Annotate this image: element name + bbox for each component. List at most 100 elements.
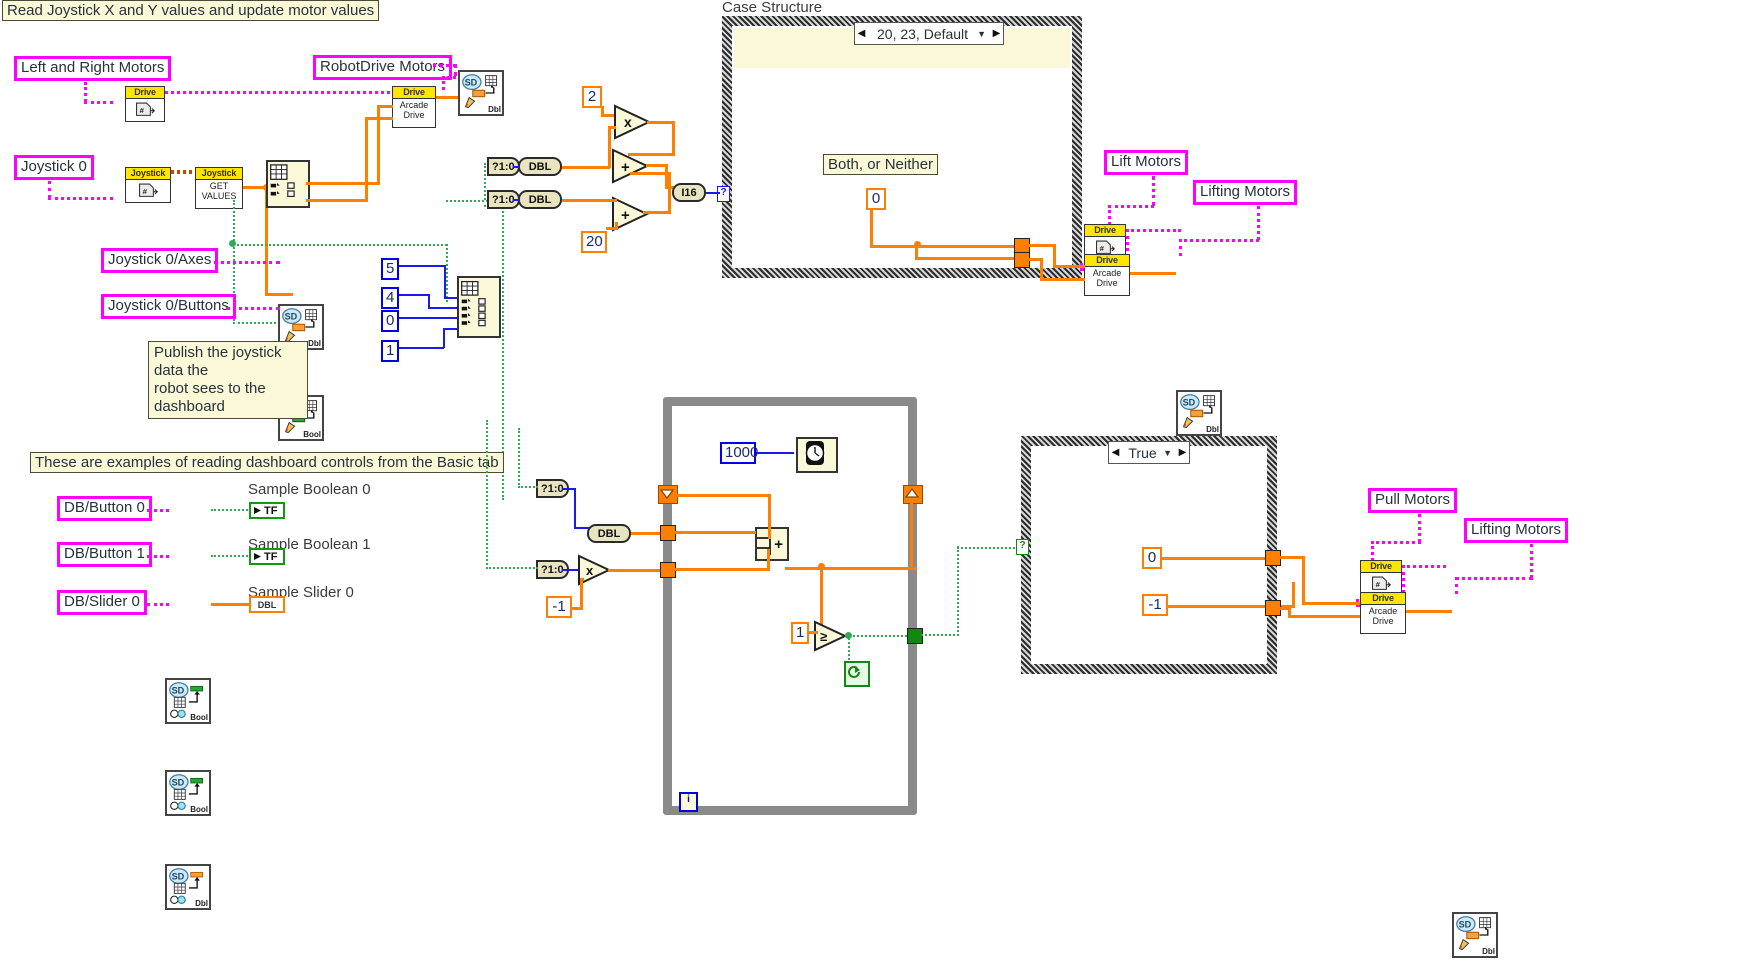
case-prev-arrow-icon-bool[interactable]: ◀: [1109, 443, 1122, 462]
string-const-lift-motors[interactable]: Lift Motors: [1104, 150, 1189, 175]
wire-loopout-green: [921, 634, 959, 636]
string-const-db-slider-0[interactable]: DB/Slider 0: [57, 590, 147, 615]
drive-open-pull-icon: #: [1372, 576, 1391, 590]
wire-compound-out-up: [910, 500, 913, 570]
const-arr-1[interactable]: 1: [381, 340, 399, 362]
string-const-db-button-1[interactable]: DB/Button 1: [57, 542, 152, 567]
subvi-arcade-drive-top-body: Arcade Drive: [399, 100, 429, 120]
sd-write-robotdrive[interactable]: SD Dbl: [458, 70, 504, 116]
const-case-zero[interactable]: 0: [866, 188, 886, 210]
sd-write-buttons-type: Bool: [303, 430, 321, 439]
subvi-joystick-open[interactable]: Joystick #: [125, 167, 171, 203]
compound-arithmetic-node[interactable]: +: [755, 527, 789, 561]
wire-idx-out2: [306, 199, 368, 202]
case-selector-terminal-numeric: ?: [717, 186, 730, 202]
const-true-case-zero[interactable]: 0: [1142, 547, 1162, 569]
subvi-drive-open-top[interactable]: Drive #: [125, 86, 165, 122]
indicator-sample-slider-0[interactable]: DBL: [249, 596, 285, 613]
stop-loop-icon: [848, 666, 860, 678]
string-const-lifting-motors-bottom[interactable]: Lifting Motors: [1464, 518, 1569, 543]
multiply-node[interactable]: x: [612, 104, 652, 140]
string-const-lifting-motors-top[interactable]: Lifting Motors: [1193, 180, 1298, 205]
case-selector-boolean-label: True: [1128, 444, 1157, 461]
svg-text:SD: SD: [465, 78, 478, 88]
const-add-twenty[interactable]: 20: [581, 231, 607, 253]
while-loop[interactable]: [663, 397, 917, 815]
const-mul-two[interactable]: 2: [582, 86, 602, 108]
subvi-drive-open-pull[interactable]: Drive #: [1360, 560, 1402, 596]
subvi-joystick-get-values[interactable]: Joystick GET VALUES: [195, 167, 243, 209]
sd-write-lifting-bottom[interactable]: SD Dbl: [1452, 912, 1498, 958]
wire-wait: [756, 452, 794, 454]
wire-5-h: [399, 265, 445, 267]
subvi-arcade-drive-pull[interactable]: Drive Arcade Drive: [1360, 592, 1406, 634]
const-greater-one[interactable]: 1: [791, 622, 809, 644]
shift-register-left: [658, 485, 678, 504]
wire-axes-to-sd: [265, 293, 293, 296]
case-selector-numeric[interactable]: ◀ 20, 23, Default ▼ ▶: [854, 22, 1004, 45]
wire-err-down: [233, 200, 235, 244]
shift-register-right: [903, 485, 923, 504]
wire-lifting-left: [1179, 239, 1259, 242]
wire-compound-bot-v: [767, 549, 770, 570]
svg-text:≥: ≥: [820, 629, 827, 644]
sd-write-lifting-top[interactable]: SD Dbl: [1176, 390, 1222, 436]
case-selector-boolean[interactable]: ◀ True ▼ ▶: [1108, 441, 1190, 464]
shift-register-up-icon: [904, 487, 920, 498]
sd-read-slider-0[interactable]: SD Dbl: [165, 864, 211, 910]
sd-write-axes-type: Dbl: [308, 339, 321, 348]
wire-one-to-ge: [808, 631, 818, 634]
chevron-down-icon-bool[interactable]: ▼: [1163, 448, 1176, 458]
case-next-arrow-icon[interactable]: ▶: [990, 24, 1003, 43]
subvi-arcade-drive-lift-header: Drive: [1085, 255, 1129, 267]
svg-text:#: #: [1100, 244, 1105, 253]
subvi-arcade-drive-top[interactable]: Drive Arcade Drive: [392, 86, 436, 128]
string-const-pull-motors[interactable]: Pull Motors: [1368, 488, 1458, 513]
const-arr-5[interactable]: 5: [381, 258, 399, 280]
indicator-sample-boolean-0[interactable]: TF: [249, 502, 285, 519]
sd-write-lifting-bottom-type: Dbl: [1482, 947, 1495, 956]
wire-axes-right: [214, 261, 280, 264]
wire-neg1-v: [580, 578, 583, 609]
to-dbl-bottom[interactable]: DBL: [518, 190, 562, 209]
greater-equal-node[interactable]: ≥: [812, 620, 848, 652]
wire-0-h: [399, 317, 459, 319]
string-const-left-and-right-motors[interactable]: Left and Right Motors: [14, 56, 172, 81]
sd-read-button-0[interactable]: SD Bool: [165, 678, 211, 724]
subvi-arcade-drive-pull-body: Arcade Drive: [1368, 606, 1398, 626]
wait-ms-node[interactable]: [796, 437, 838, 473]
index-array-node[interactable]: [266, 160, 310, 208]
subvi-drive-open-pull-header: Drive: [1361, 561, 1401, 573]
const-true-case-neg-one[interactable]: -1: [1142, 594, 1168, 616]
to-dbl-top[interactable]: DBL: [518, 157, 562, 176]
string-const-robotdrive-motors[interactable]: RobotDrive Motors: [313, 55, 453, 80]
wire-joystick-ref: [171, 170, 195, 174]
to-dbl-loop[interactable]: DBL: [587, 524, 631, 543]
to-i16-node[interactable]: I16: [672, 183, 706, 202]
indicator-sample-boolean-1[interactable]: TF: [249, 548, 285, 565]
case-prev-arrow-icon[interactable]: ◀: [855, 24, 868, 43]
string-const-joystick-0-buttons[interactable]: Joystick 0/Buttons: [101, 294, 236, 319]
string-const-db-button-0[interactable]: DB/Button 0: [57, 496, 152, 521]
const-arr-0[interactable]: 0: [381, 310, 399, 332]
string-const-joystick-0[interactable]: Joystick 0: [14, 155, 94, 180]
caption-case-structure: Case Structure: [722, 0, 823, 16]
const-neg-one-left[interactable]: -1: [546, 596, 572, 618]
case-selector-label: 20, 23, Default: [877, 25, 969, 42]
sd-read-button-1[interactable]: SD Bool: [165, 770, 211, 816]
wire-tunnel-to-arcade1: [1028, 244, 1056, 247]
case-next-arrow-icon-bool[interactable]: ▶: [1176, 443, 1189, 462]
const-arr-4[interactable]: 4: [381, 287, 399, 309]
wire-lifting-down: [1257, 206, 1260, 240]
string-const-joystick-0-axes[interactable]: Joystick 0/Axes: [101, 248, 219, 273]
wire-slider-out: [211, 603, 249, 606]
wire-4-h2: [428, 307, 459, 309]
sd-read-slider-0-type: Dbl: [195, 899, 208, 908]
const-wait-ms[interactable]: 1000: [720, 442, 758, 464]
loop-conditional-terminal[interactable]: [844, 661, 870, 687]
chevron-down-icon[interactable]: ▼: [977, 29, 990, 39]
wire-pull-left: [1371, 541, 1421, 544]
wire-case-zero-down: [870, 208, 873, 245]
subvi-arcade-drive-lift[interactable]: Drive Arcade Drive: [1084, 254, 1130, 296]
build-array-node[interactable]: [457, 276, 501, 338]
